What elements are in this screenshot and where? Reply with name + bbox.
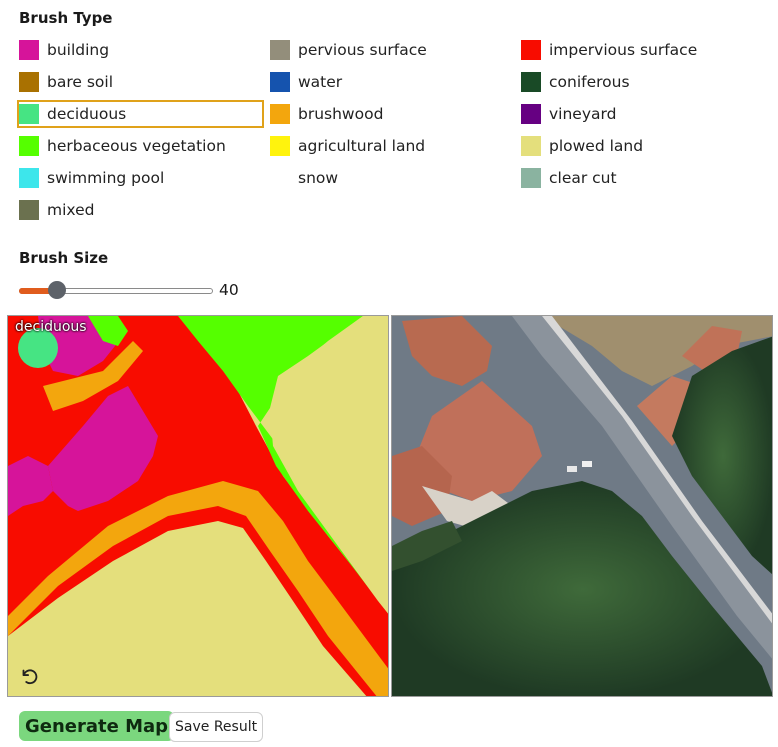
brush-option-clear-cut[interactable]: clear cut <box>521 166 771 190</box>
brush-option-pervious-surface[interactable]: pervious surface <box>270 38 521 62</box>
canvas-brush-label: deciduous <box>15 319 87 335</box>
segmentation-map <box>8 316 388 696</box>
brush-swatch-brushwood <box>270 104 290 124</box>
brush-label-building: building <box>47 41 110 59</box>
segmentation-canvas[interactable]: deciduous <box>7 315 389 697</box>
brush-label-mixed: mixed <box>47 201 95 219</box>
brush-size-slider[interactable] <box>19 280 239 300</box>
brush-option-bare-soil[interactable]: bare soil <box>19 70 270 94</box>
aerial-photo <box>392 316 772 696</box>
car-1 <box>567 466 577 472</box>
brush-option-coniferous[interactable]: coniferous <box>521 70 771 94</box>
brush-option-water[interactable]: water <box>270 70 521 94</box>
brush-option-snow[interactable]: snow <box>270 166 521 190</box>
brush-swatch-deciduous <box>19 104 39 124</box>
brush-swatch-mixed <box>19 200 39 220</box>
undo-icon[interactable] <box>18 665 40 687</box>
brush-label-herbaceous-vegetation: herbaceous vegetation <box>47 137 226 155</box>
brush-swatch-swimming-pool <box>19 168 39 188</box>
brush-swatch-pervious-surface <box>270 40 290 60</box>
brush-option-vineyard[interactable]: vineyard <box>521 102 771 126</box>
brush-swatch-vineyard <box>521 104 541 124</box>
brush-label-bare-soil: bare soil <box>47 73 114 91</box>
brush-size-value: 40 <box>219 281 239 299</box>
brush-swatch-clear-cut <box>521 168 541 188</box>
brush-size-heading: Brush Size <box>19 249 109 267</box>
brush-swatch-building <box>19 40 39 60</box>
brush-swatch-agricultural-land <box>270 136 290 156</box>
brush-label-coniferous: coniferous <box>549 73 630 91</box>
generate-map-button[interactable]: Generate Map <box>19 711 175 741</box>
brush-option-impervious-surface[interactable]: impervious surface <box>521 38 771 62</box>
save-result-button[interactable]: Save Result <box>169 712 264 742</box>
brush-swatch-bare-soil <box>19 72 39 92</box>
brush-option-plowed-land[interactable]: plowed land <box>521 134 771 158</box>
brush-swatch-impervious-surface <box>521 40 541 60</box>
brush-option-swimming-pool[interactable]: swimming pool <box>19 166 270 190</box>
brush-label-impervious-surface: impervious surface <box>549 41 698 59</box>
brush-label-swimming-pool: swimming pool <box>47 169 165 187</box>
aerial-photo-panel <box>391 315 773 697</box>
brush-swatch-water <box>270 72 290 92</box>
brush-option-brushwood[interactable]: brushwood <box>270 102 521 126</box>
car-2 <box>582 461 592 467</box>
brush-option-building[interactable]: building <box>19 38 270 62</box>
brush-label-brushwood: brushwood <box>298 105 384 123</box>
slider-thumb[interactable] <box>48 281 66 299</box>
brush-label-agricultural-land: agricultural land <box>298 137 426 155</box>
brush-option-agricultural-land[interactable]: agricultural land <box>270 134 521 158</box>
brush-swatch-snow <box>270 168 290 188</box>
brush-label-deciduous: deciduous <box>47 105 127 123</box>
brush-option-mixed[interactable]: mixed <box>19 198 270 222</box>
brush-label-clear-cut: clear cut <box>549 169 617 187</box>
brush-type-heading: Brush Type <box>19 9 113 27</box>
brush-label-pervious-surface: pervious surface <box>298 41 427 59</box>
brush-label-vineyard: vineyard <box>549 105 617 123</box>
brush-label-plowed-land: plowed land <box>549 137 644 155</box>
brush-option-deciduous[interactable]: deciduous <box>17 100 264 128</box>
brush-swatch-herbaceous-vegetation <box>19 136 39 156</box>
brush-type-grid: building pervious surface impervious surfa… <box>17 38 771 230</box>
brush-swatch-coniferous <box>521 72 541 92</box>
brush-option-herbaceous-vegetation[interactable]: herbaceous vegetation <box>19 134 270 158</box>
brush-swatch-plowed-land <box>521 136 541 156</box>
brush-label-snow: snow <box>298 169 339 187</box>
brush-label-water: water <box>298 73 343 91</box>
